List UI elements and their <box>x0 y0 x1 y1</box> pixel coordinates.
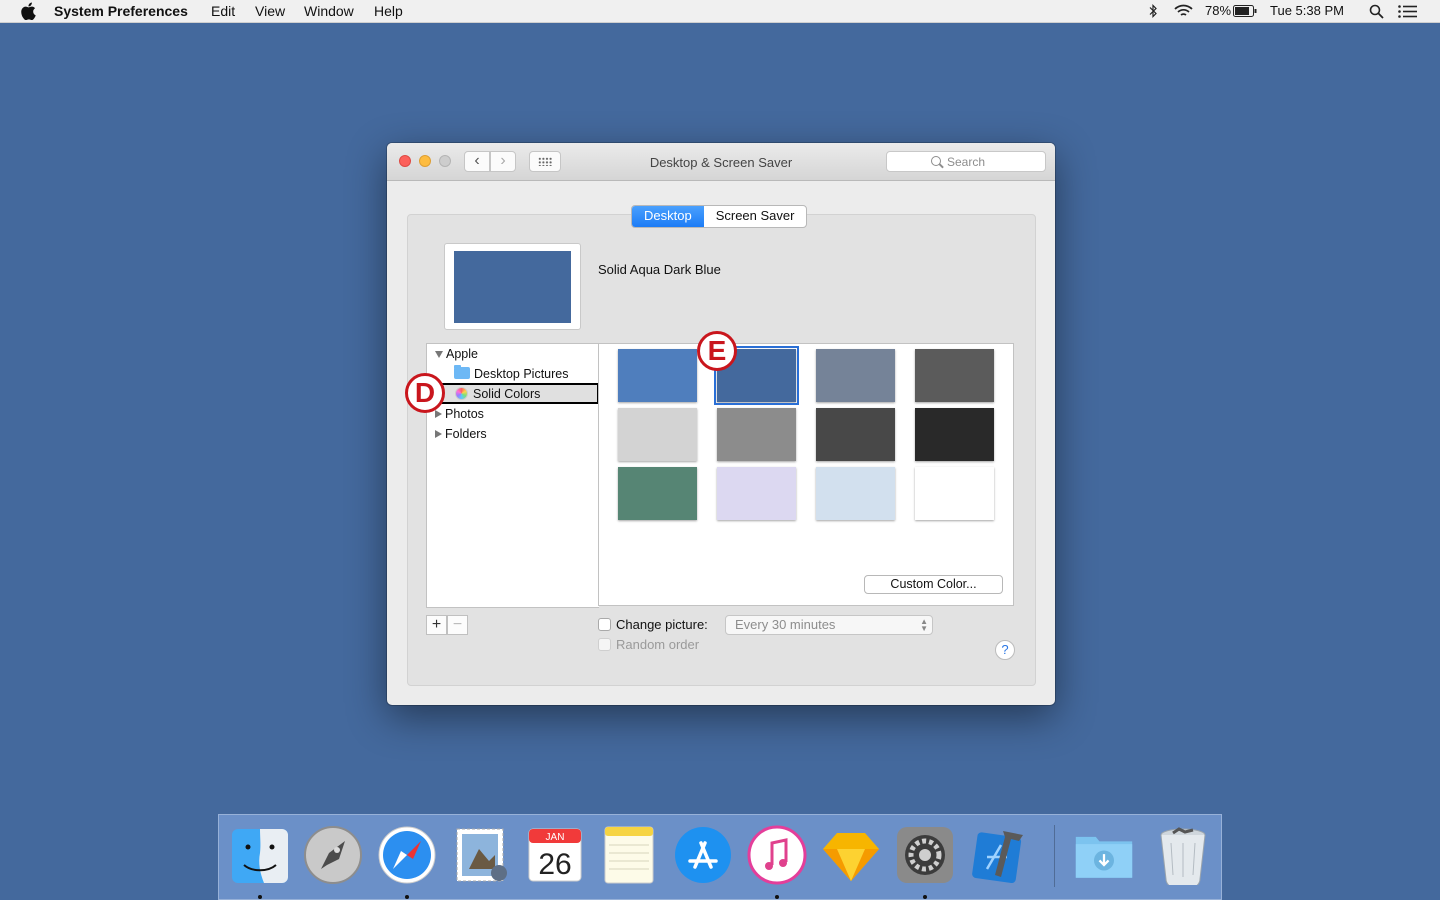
interval-popup[interactable]: Every 30 minutes ▲ ▼ <box>725 615 933 635</box>
change-picture-label: Change picture: <box>616 617 708 632</box>
sketch-icon[interactable] <box>821 825 881 885</box>
preview-image <box>454 251 571 323</box>
battery-icon[interactable] <box>1233 5 1257 17</box>
calendar-day: 26 <box>538 848 571 881</box>
clock[interactable]: Tue 5:38 PM <box>1270 3 1344 18</box>
preview-stamp-icon[interactable] <box>451 825 511 885</box>
tree-item-folders[interactable]: Folders <box>435 424 487 444</box>
menu-window[interactable]: Window <box>304 3 354 19</box>
callout-d-marker: D <box>405 373 445 413</box>
color-swatch[interactable] <box>915 467 994 520</box>
finder-running-indicator <box>258 895 262 899</box>
system-preferences-icon[interactable] <box>895 825 955 885</box>
random-order-label: Random order <box>616 637 700 652</box>
desktop-screensaver-window: ‹ › Desktop & Screen Saver Search Deskto… <box>387 143 1055 705</box>
battery-percent: 78% <box>1205 3 1232 18</box>
tab-desktop[interactable]: Desktop <box>632 206 704 227</box>
safari-running-indicator <box>405 895 409 899</box>
color-swatch[interactable] <box>717 408 796 461</box>
disclosure-down-icon[interactable] <box>435 351 443 358</box>
change-picture-checkbox[interactable] <box>598 618 611 631</box>
notification-center-icon[interactable] <box>1398 5 1417 18</box>
tree-item-photos[interactable]: Photos <box>435 404 484 424</box>
tree-item-desktop-pictures[interactable]: Desktop Pictures <box>454 364 568 384</box>
custom-color-button[interactable]: Custom Color... <box>864 575 1003 594</box>
color-swatch[interactable] <box>717 467 796 520</box>
menu-app-name[interactable]: System Preferences <box>54 3 188 19</box>
finder-icon[interactable] <box>230 825 290 885</box>
callout-e-marker: E <box>697 331 737 371</box>
preview-name: Solid Aqua Dark Blue <box>598 262 721 277</box>
tree-item-solid-colors[interactable]: Solid Colors <box>455 384 540 404</box>
interval-value: Every 30 minutes <box>735 617 836 632</box>
calendar-month: JAN <box>546 832 565 843</box>
title-bar[interactable]: ‹ › Desktop & Screen Saver Search <box>387 143 1055 181</box>
trash-icon[interactable] <box>1153 825 1213 885</box>
itunes-icon[interactable] <box>747 825 807 885</box>
color-swatch[interactable] <box>618 408 697 461</box>
safari-icon[interactable] <box>377 825 437 885</box>
tree-label: Folders <box>445 427 487 441</box>
search-field[interactable]: Search <box>886 151 1046 172</box>
random-order-checkbox[interactable] <box>598 638 611 651</box>
color-swatch[interactable] <box>816 467 895 520</box>
tab-control: Desktop Screen Saver <box>631 205 808 228</box>
tree-label: Desktop Pictures <box>474 367 569 381</box>
tree-label: Solid Colors <box>473 387 541 401</box>
calendar-icon[interactable]: JAN 26 <box>525 825 585 885</box>
color-swatch[interactable] <box>915 408 994 461</box>
color-swatch[interactable] <box>618 467 697 520</box>
launchpad-icon[interactable] <box>303 825 363 885</box>
dock: JAN 26 <box>218 814 1222 900</box>
search-icon <box>931 156 941 166</box>
apple-menu-icon[interactable] <box>20 2 36 20</box>
help-button[interactable]: ? <box>995 640 1015 660</box>
wifi-icon[interactable] <box>1174 4 1193 18</box>
tree-label: Photos <box>445 407 484 421</box>
menu-view[interactable]: View <box>255 3 285 19</box>
dock-separator <box>1054 825 1055 887</box>
search-placeholder: Search <box>947 155 986 169</box>
color-swatch[interactable] <box>816 408 895 461</box>
tab-screen-saver[interactable]: Screen Saver <box>704 206 807 227</box>
color-swatch[interactable] <box>915 349 994 402</box>
remove-folder-button[interactable]: − <box>447 615 468 635</box>
notes-icon[interactable] <box>599 825 659 885</box>
menu-help[interactable]: Help <box>374 3 403 19</box>
spotlight-icon[interactable] <box>1369 4 1384 19</box>
folder-icon <box>454 365 470 379</box>
color-swatch[interactable] <box>816 349 895 402</box>
popup-arrows-icon: ▲ ▼ <box>920 617 928 633</box>
add-folder-button[interactable]: + <box>426 615 447 635</box>
downloads-folder-icon[interactable] <box>1074 825 1134 885</box>
desktop-preview <box>444 243 581 330</box>
tree-item-apple[interactable]: Apple <box>435 344 478 364</box>
source-list: Apple Desktop Pictures Solid Colors Phot… <box>425 343 599 608</box>
color-swatch[interactable] <box>618 349 697 402</box>
system-preferences-running-indicator <box>923 895 927 899</box>
disclosure-right-icon[interactable] <box>435 410 442 418</box>
color-wheel-icon <box>455 387 468 400</box>
menu-bar: System Preferences Edit View Window Help… <box>0 0 1440 23</box>
itunes-running-indicator <box>775 895 779 899</box>
color-swatch-grid: Custom Color... <box>598 343 1014 606</box>
bluetooth-icon[interactable] <box>1147 4 1159 18</box>
menu-edit[interactable]: Edit <box>211 3 235 19</box>
xcode-icon[interactable] <box>969 825 1029 885</box>
disclosure-right-icon[interactable] <box>435 430 442 438</box>
app-store-icon[interactable] <box>673 825 733 885</box>
tree-label: Apple <box>446 347 478 361</box>
